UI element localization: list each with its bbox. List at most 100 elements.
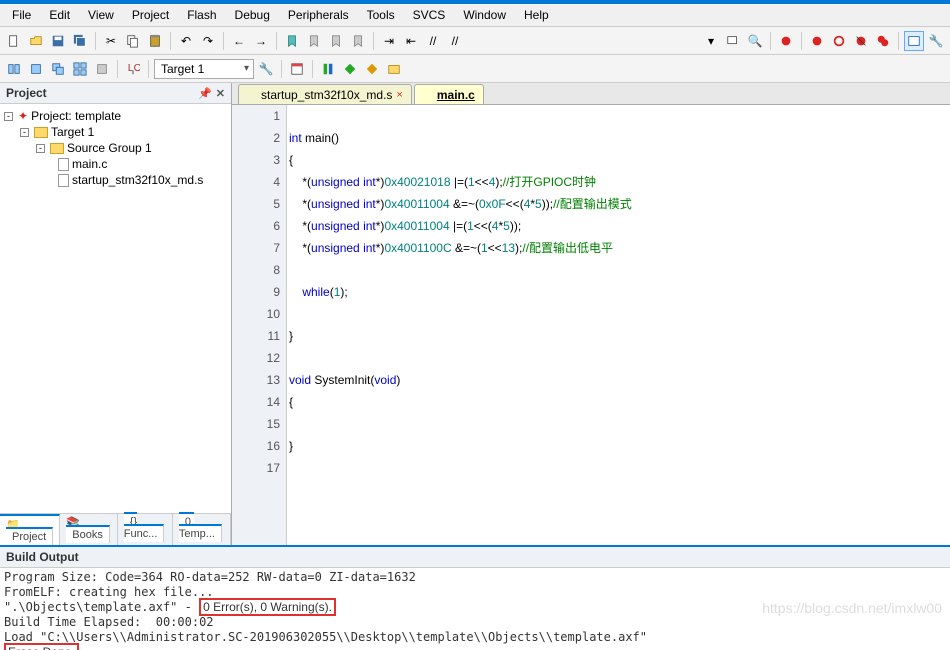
new-icon[interactable] xyxy=(4,31,24,51)
editor-tab[interactable]: main.c xyxy=(414,84,484,104)
breakpoint-kill-icon[interactable] xyxy=(851,31,871,51)
forward-icon[interactable]: → xyxy=(251,31,271,51)
bookmark-clear-icon[interactable] xyxy=(348,31,368,51)
file-icon xyxy=(58,158,69,171)
save-icon[interactable] xyxy=(48,31,68,51)
pack-installer-icon[interactable] xyxy=(384,59,404,79)
menu-peripherals[interactable]: Peripherals xyxy=(280,6,357,24)
stop-build-icon[interactable] xyxy=(92,59,112,79)
window-icon[interactable] xyxy=(904,31,924,51)
menu-project[interactable]: Project xyxy=(124,6,177,24)
saveall-icon[interactable] xyxy=(70,31,90,51)
options-icon[interactable]: 🔧 xyxy=(256,59,276,79)
separator xyxy=(148,60,149,78)
separator xyxy=(312,60,313,78)
build-output-body[interactable]: Program Size: Code=364 RO-data=252 RW-da… xyxy=(0,568,950,650)
menu-edit[interactable]: Edit xyxy=(41,6,78,24)
editor-area: startup_stm32f10x_md.s×main.c 1234567891… xyxy=(232,83,950,545)
build-output-panel: Build Output Program Size: Code=364 RO-d… xyxy=(0,545,950,650)
separator xyxy=(801,32,802,50)
target-label: Target 1 xyxy=(161,62,204,76)
find-icon[interactable] xyxy=(723,31,743,51)
breakpoint-killall-icon[interactable] xyxy=(873,31,893,51)
breakpoint-icon[interactable] xyxy=(807,31,827,51)
folder-icon xyxy=(50,143,64,154)
outdent-icon[interactable]: ⇤ xyxy=(401,31,421,51)
back-icon[interactable]: ← xyxy=(229,31,249,51)
menu-file[interactable]: File xyxy=(4,6,39,24)
tree-group[interactable]: Source Group 1 xyxy=(67,141,152,155)
separator xyxy=(373,32,374,50)
target-select[interactable]: Target 1 xyxy=(154,59,254,79)
bookmark-next-icon[interactable] xyxy=(326,31,346,51)
tree-target[interactable]: Target 1 xyxy=(51,125,94,139)
project-panel-tabs: 📁 Project 📚 Books {} Func... 0. Temp... xyxy=(0,513,231,545)
file-icon xyxy=(58,174,69,187)
separator xyxy=(770,32,771,50)
build-icon[interactable] xyxy=(26,59,46,79)
breakpoint-disable-icon[interactable] xyxy=(829,31,849,51)
separator xyxy=(898,32,899,50)
tab-books[interactable]: 📚 Books xyxy=(60,514,118,545)
manage-books-icon[interactable] xyxy=(318,59,338,79)
comment-icon[interactable]: // xyxy=(423,31,443,51)
open-icon[interactable] xyxy=(26,31,46,51)
project-tree[interactable]: -✦Project: template -Target 1 -Source Gr… xyxy=(0,104,231,513)
separator xyxy=(95,32,96,50)
cut-icon[interactable]: ✂ xyxy=(101,31,121,51)
separator xyxy=(276,32,277,50)
tab-functions[interactable]: {} Func... xyxy=(118,514,173,545)
redo-icon[interactable]: ↷ xyxy=(198,31,218,51)
tree-root[interactable]: Project: template xyxy=(31,109,121,123)
menu-debug[interactable]: Debug xyxy=(227,6,278,24)
project-panel-header: Project 📌 ✕ xyxy=(0,83,231,104)
bookmark-prev-icon[interactable] xyxy=(304,31,324,51)
editor-tabs: startup_stm32f10x_md.s×main.c xyxy=(232,83,950,105)
project-panel-title: Project xyxy=(6,86,47,100)
tab-project[interactable]: 📁 Project xyxy=(0,514,60,545)
menu-window[interactable]: Window xyxy=(455,6,514,24)
download-icon[interactable]: LOAD xyxy=(123,59,143,79)
pin-icon[interactable]: 📌 xyxy=(198,87,212,100)
editor-tab[interactable]: startup_stm32f10x_md.s× xyxy=(238,84,412,104)
tree-file[interactable]: startup_stm32f10x_md.s xyxy=(72,173,203,187)
separator xyxy=(281,60,282,78)
debug-icon[interactable] xyxy=(776,31,796,51)
copy-icon[interactable] xyxy=(123,31,143,51)
manage-components-icon[interactable] xyxy=(340,59,360,79)
project-panel: Project 📌 ✕ -✦Project: template -Target … xyxy=(0,83,232,545)
menu-tools[interactable]: Tools xyxy=(359,6,403,24)
menu-view[interactable]: View xyxy=(80,6,122,24)
batch-build-icon[interactable] xyxy=(70,59,90,79)
tree-file[interactable]: main.c xyxy=(72,157,107,171)
code-content[interactable]: int main() { *(unsigned int*)0x40021018 … xyxy=(287,105,950,545)
translate-icon[interactable] xyxy=(4,59,24,79)
menu-help[interactable]: Help xyxy=(516,6,557,24)
tab-templates[interactable]: 0. Temp... xyxy=(173,514,231,545)
code-editor[interactable]: 1234567891011121314151617 int main() { *… xyxy=(232,105,950,545)
undo-icon[interactable]: ↶ xyxy=(176,31,196,51)
uncomment-icon[interactable]: // xyxy=(445,31,465,51)
paste-icon[interactable] xyxy=(145,31,165,51)
manage-icon[interactable] xyxy=(287,59,307,79)
toolbar-build: LOAD Target 1 🔧 xyxy=(0,55,950,83)
line-gutter: 1234567891011121314151617 xyxy=(232,105,287,545)
rebuild-icon[interactable] xyxy=(48,59,68,79)
file-icon xyxy=(423,89,433,101)
folder-icon xyxy=(34,127,48,138)
file-icon xyxy=(247,89,257,101)
separator xyxy=(117,60,118,78)
separator xyxy=(223,32,224,50)
configure-icon[interactable]: 🔧 xyxy=(926,31,946,51)
bookmark-icon[interactable] xyxy=(282,31,302,51)
find-dropdown[interactable]: ▾ xyxy=(701,31,721,51)
find-in-files-icon[interactable]: 🔍 xyxy=(745,31,765,51)
manage-rtenv-icon[interactable] xyxy=(362,59,382,79)
menu-bar: FileEditViewProjectFlashDebugPeripherals… xyxy=(0,4,950,27)
close-icon[interactable]: × xyxy=(396,89,402,101)
main-area: Project 📌 ✕ -✦Project: template -Target … xyxy=(0,83,950,545)
close-icon[interactable]: ✕ xyxy=(216,87,225,100)
menu-flash[interactable]: Flash xyxy=(179,6,224,24)
menu-svcs[interactable]: SVCS xyxy=(405,6,454,24)
indent-icon[interactable]: ⇥ xyxy=(379,31,399,51)
